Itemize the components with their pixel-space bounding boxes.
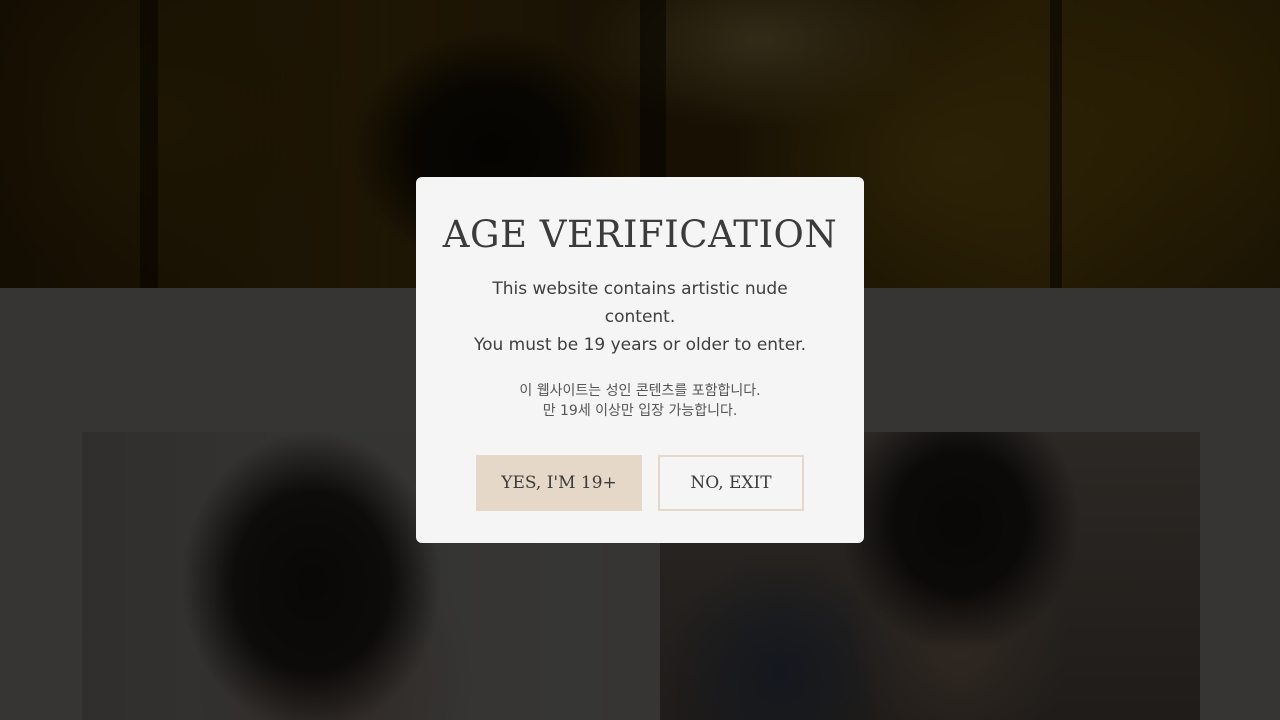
page: AGE VERIFICATION This website contains a… [0, 0, 1280, 720]
modal-message-korean-line: 이 웹사이트는 성인 콘텐츠를 포함합니다. [519, 383, 761, 399]
confirm-age-button[interactable]: YES, I'M 19+ [476, 455, 642, 511]
modal-message-english-line: This website contains artistic nude cont… [492, 279, 788, 327]
modal-message-english-line: You must be 19 years or older to enter. [473, 335, 807, 355]
modal-message-korean: 이 웹사이트는 성인 콘텐츠를 포함합니다. 만 19세 이상만 입장 가능합니… [446, 381, 834, 421]
modal-message-english: This website contains artistic nude cont… [460, 275, 820, 359]
modal-message-korean-line: 만 19세 이상만 입장 가능합니다. [542, 403, 738, 419]
age-verification-modal: AGE VERIFICATION This website contains a… [416, 177, 864, 543]
exit-button[interactable]: NO, EXIT [658, 455, 804, 511]
modal-title: AGE VERIFICATION [442, 213, 838, 256]
